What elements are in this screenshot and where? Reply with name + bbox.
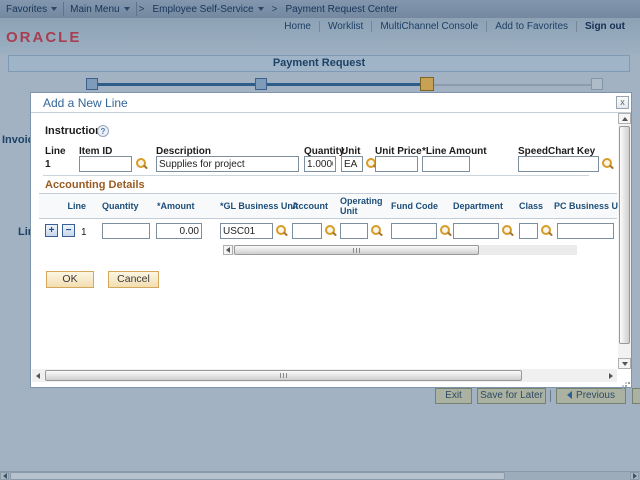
line-number-value: 1: [45, 159, 51, 170]
page-horizontal-scrollbar[interactable]: [0, 471, 640, 480]
scrollbar-thumb[interactable]: [234, 245, 479, 255]
scrollbar-thumb[interactable]: [10, 472, 505, 480]
ok-button[interactable]: OK: [46, 271, 94, 288]
delete-row-button[interactable]: −: [62, 224, 75, 237]
arrow-left-icon: [567, 391, 572, 399]
department-lookup-icon[interactable]: [501, 224, 514, 238]
row-pc-business-unit-field[interactable]: [557, 223, 614, 239]
wizard-step-1[interactable]: [86, 78, 98, 90]
grid-horizontal-scrollbar[interactable]: [223, 245, 577, 255]
row-class-field[interactable]: [519, 223, 538, 239]
add-to-favorites-link[interactable]: Add to Favorites: [486, 21, 576, 32]
speedchart-key-field[interactable]: [518, 156, 599, 172]
line-amount-field[interactable]: [422, 156, 470, 172]
dialog-horizontal-scrollbar[interactable]: [32, 369, 617, 382]
scrollbar-thumb[interactable]: [45, 370, 522, 381]
sign-out-link[interactable]: Sign out: [576, 21, 633, 32]
row-gl-business-unit-field[interactable]: [220, 223, 273, 239]
row-line-number: 1: [81, 227, 87, 238]
save-for-later-button[interactable]: Save for Later: [477, 388, 546, 404]
accounting-details-title: Accounting Details: [45, 179, 145, 191]
favorites-label: Favorites: [6, 4, 47, 15]
chevron-down-icon: [51, 7, 57, 11]
line-label: Line: [45, 146, 66, 157]
divider: [31, 112, 631, 113]
scroll-right-icon[interactable]: [605, 370, 616, 381]
col-amount: *Amount: [157, 201, 195, 211]
unit-price-field[interactable]: [375, 156, 418, 172]
quantity-field[interactable]: [304, 156, 336, 172]
col-department: Department: [453, 201, 503, 211]
breadcrumb: Favorites Main Menu > Employee Self-Serv…: [0, 0, 640, 18]
page-title: Payment Request: [8, 55, 630, 72]
multichannel-console-link[interactable]: MultiChannel Console: [371, 21, 486, 32]
row-amount-field[interactable]: [156, 223, 202, 239]
description-field[interactable]: [156, 156, 299, 172]
favorites-menu[interactable]: Favorites: [0, 0, 63, 18]
breadcrumb-separator: >: [270, 4, 280, 15]
row-operating-unit-field[interactable]: [340, 223, 368, 239]
worklist-link[interactable]: Worklist: [319, 21, 371, 32]
scroll-left-icon[interactable]: [223, 245, 233, 255]
scroll-left-icon[interactable]: [0, 472, 9, 480]
exit-button[interactable]: Exit: [435, 388, 472, 404]
close-icon[interactable]: x: [616, 96, 629, 109]
main-menu[interactable]: Main Menu: [64, 0, 135, 18]
chevron-down-icon: [124, 7, 130, 11]
row-department-field[interactable]: [453, 223, 499, 239]
scrollbar-thumb[interactable]: [619, 126, 630, 344]
col-class: Class: [519, 201, 543, 211]
col-fund-code: Fund Code: [391, 201, 438, 211]
col-line: Line: [66, 201, 86, 211]
cancel-button[interactable]: Cancel: [108, 271, 159, 288]
payment-request-center-label: Payment Request Center: [285, 4, 397, 15]
chevron-down-icon: [258, 7, 264, 11]
breadcrumb-employee-self-service[interactable]: Employee Self-Service: [146, 0, 269, 18]
next-button-clipped[interactable]: [632, 388, 640, 404]
add-new-line-dialog: Add a New Line x Instructions ? Line Ite…: [30, 92, 632, 388]
wizard-step-3-current[interactable]: [420, 77, 434, 91]
row-fund-code-field[interactable]: [391, 223, 437, 239]
divider: [43, 175, 589, 176]
scroll-right-icon[interactable]: [630, 472, 639, 480]
dialog-vertical-scrollbar[interactable]: [618, 113, 631, 369]
dialog-title: Add a New Line: [43, 96, 128, 110]
previous-button[interactable]: Previous: [556, 388, 626, 404]
home-link[interactable]: Home: [276, 21, 319, 32]
class-lookup-icon[interactable]: [540, 224, 553, 238]
wizard-progress-line-todo: [426, 84, 596, 86]
gl-business-unit-lookup-icon[interactable]: [275, 224, 288, 238]
scroll-left-icon[interactable]: [32, 370, 43, 381]
screen: Favorites Main Menu > Employee Self-Serv…: [0, 0, 640, 480]
help-icon[interactable]: ?: [97, 125, 109, 137]
resize-grip-icon[interactable]: [619, 373, 631, 385]
operating-unit-lookup-icon[interactable]: [370, 224, 383, 238]
account-lookup-icon[interactable]: [324, 224, 337, 238]
scroll-up-icon[interactable]: [618, 113, 631, 124]
fund-code-lookup-icon[interactable]: [439, 224, 452, 238]
col-account: Account: [292, 201, 328, 211]
header-bar: Home Worklist MultiChannel Console Add t…: [0, 18, 640, 55]
scroll-down-icon[interactable]: [618, 358, 631, 369]
row-account-field[interactable]: [292, 223, 322, 239]
item-id-field[interactable]: [79, 156, 132, 172]
oracle-logo: ORACLE: [6, 29, 81, 46]
add-row-button[interactable]: +: [45, 224, 58, 237]
col-quantity: Quantity: [102, 201, 139, 211]
breadcrumb-separator: >: [137, 4, 147, 15]
main-menu-label: Main Menu: [70, 4, 119, 15]
employee-self-service-label: Employee Self-Service: [152, 4, 253, 15]
previous-label: Previous: [576, 390, 615, 401]
item-id-lookup-icon[interactable]: [135, 157, 148, 171]
wizard-step-4[interactable]: [591, 78, 603, 90]
speedchart-lookup-icon[interactable]: [601, 157, 614, 171]
col-operating-unit: Operating Unit: [340, 196, 388, 216]
col-gl-business-unit: *GL Business Unit: [220, 201, 298, 211]
utility-nav: Home Worklist MultiChannel Console Add t…: [276, 21, 633, 32]
row-quantity-field[interactable]: [102, 223, 150, 239]
unit-field[interactable]: [341, 156, 363, 172]
breadcrumb-payment-request-center[interactable]: Payment Request Center: [279, 0, 403, 18]
wizard-step-2[interactable]: [255, 78, 267, 90]
divider: [550, 390, 551, 402]
